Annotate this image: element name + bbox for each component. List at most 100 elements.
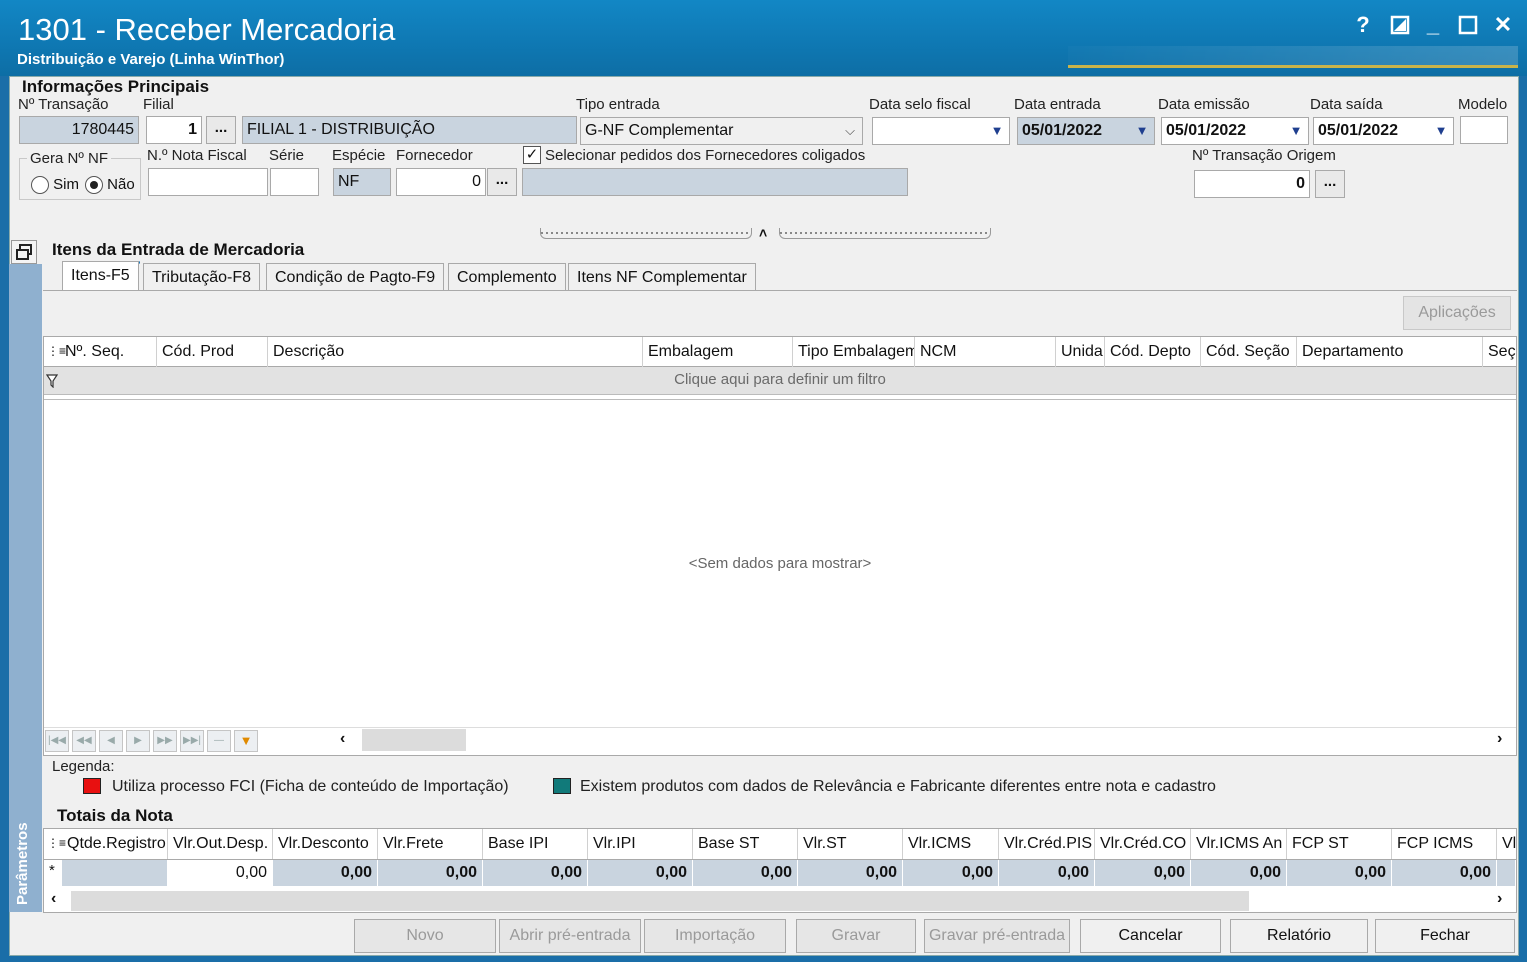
- tab-condicao-pagto[interactable]: Condição de Pagto-F9: [266, 263, 445, 291]
- info-section-title: Informações Principais: [22, 77, 210, 96]
- col-ncm[interactable]: NCM: [915, 337, 1056, 367]
- tipo-entrada-value: G-NF Complementar: [585, 122, 734, 139]
- data-emissao-field[interactable]: 05/01/2022 ▼: [1161, 117, 1309, 145]
- serie-field[interactable]: [270, 168, 319, 196]
- scroll-right-icon[interactable]: ›: [1497, 890, 1502, 908]
- col-embalagem[interactable]: Embalagem: [643, 337, 793, 367]
- title-decoration: [1068, 46, 1518, 68]
- tot-col-cred-cofins[interactable]: Vlr.Créd.CO: [1095, 829, 1191, 859]
- filial-lookup-button[interactable]: ...: [206, 116, 236, 144]
- data-entrada-label: Data entrada: [1014, 96, 1101, 113]
- transacao-origem-lookup-button[interactable]: ...: [1315, 170, 1345, 198]
- tot-col-desconto[interactable]: Vlr.Desconto: [273, 829, 378, 859]
- filter-hint[interactable]: Clique aqui para definir um filtro: [44, 367, 1516, 393]
- dropdown-arrow-icon[interactable]: ▼: [1286, 121, 1306, 141]
- tot-col-cred-pis[interactable]: Vlr.Créd.PIS: [999, 829, 1095, 859]
- collapse-up-icon[interactable]: ˄: [759, 225, 767, 241]
- fornecedor-field[interactable]: 0: [396, 168, 486, 196]
- importacao-button[interactable]: Importação: [644, 919, 786, 953]
- horizontal-scrollbar-thumb[interactable]: [362, 729, 466, 751]
- fci-legend-text: Utiliza processo FCI (Ficha de conteúdo …: [112, 778, 509, 795]
- tab-itens[interactable]: Itens-F5: [62, 261, 139, 291]
- col-tipo-embalagem[interactable]: Tipo Embalagem: [793, 337, 915, 367]
- minimize-button[interactable]: _: [1418, 10, 1448, 40]
- maximize-button[interactable]: [1453, 10, 1483, 40]
- coligados-checkbox[interactable]: ✓: [523, 146, 541, 164]
- parametros-label[interactable]: Parâmetros: [14, 822, 31, 905]
- cancelar-button[interactable]: Cancelar: [1080, 919, 1221, 953]
- col-descricao[interactable]: Descrição: [268, 337, 643, 367]
- nota-fiscal-field[interactable]: [148, 168, 268, 196]
- novo-button[interactable]: Novo: [354, 919, 496, 953]
- scroll-left-icon[interactable]: ‹: [340, 730, 345, 748]
- delete-record-icon[interactable]: —: [207, 730, 231, 752]
- tot-col-vl[interactable]: Vl: [1497, 829, 1516, 859]
- tot-col-fcp-icms[interactable]: FCP ICMS: [1392, 829, 1497, 859]
- tot-val-out-desp[interactable]: 0,00: [168, 860, 273, 886]
- window-restore-icon[interactable]: [11, 240, 37, 264]
- tot-col-frete[interactable]: Vlr.Frete: [378, 829, 483, 859]
- col-cod-depto[interactable]: Cód. Depto: [1105, 337, 1201, 367]
- tot-col-base-ipi[interactable]: Base IPI: [483, 829, 588, 859]
- data-selo-field[interactable]: ▼: [872, 117, 1010, 145]
- data-saida-field[interactable]: 05/01/2022 ▼: [1313, 117, 1454, 145]
- dropdown-arrow-icon[interactable]: ▼: [1132, 121, 1152, 141]
- col-nseq[interactable]: Nº. Seq.: [60, 337, 157, 367]
- splitter-left[interactable]: [540, 228, 752, 239]
- col-departamento[interactable]: Departamento: [1297, 337, 1483, 367]
- tot-col-vlr-ipi[interactable]: Vlr.IPI: [588, 829, 693, 859]
- nao-radio[interactable]: Não: [85, 176, 135, 195]
- scroll-right-icon[interactable]: ›: [1497, 730, 1502, 748]
- sim-radio[interactable]: Sim: [31, 176, 79, 195]
- first-record-icon[interactable]: |◀◀: [45, 730, 69, 752]
- tab-tributacao[interactable]: Tributação-F8: [143, 263, 260, 291]
- modelo-field[interactable]: [1460, 116, 1508, 144]
- tot-col-vlr-icms[interactable]: Vlr.ICMS: [903, 829, 999, 859]
- fornecedor-lookup-button[interactable]: ...: [487, 168, 517, 196]
- parametros-panel[interactable]: [9, 264, 42, 912]
- tot-val-frete: 0,00: [378, 860, 483, 886]
- modelo-label: Modelo: [1458, 96, 1508, 113]
- resize-icon[interactable]: [1385, 10, 1415, 40]
- prev-page-icon[interactable]: ◀◀: [72, 730, 96, 752]
- help-button[interactable]: ?: [1348, 10, 1378, 40]
- tab-complemento[interactable]: Complemento: [448, 263, 566, 291]
- gravar-button[interactable]: Gravar: [796, 919, 916, 953]
- tot-col-qtde[interactable]: Qtde.Registro: [62, 829, 168, 859]
- tot-val-vlr-icms: 0,00: [903, 860, 999, 886]
- col-cod-prod[interactable]: Cód. Prod: [157, 337, 268, 367]
- col-cod-secao[interactable]: Cód. Seção: [1201, 337, 1297, 367]
- tipo-entrada-select[interactable]: G-NF Complementar ⌵: [580, 117, 863, 145]
- last-record-icon[interactable]: ▶▶|: [180, 730, 204, 752]
- transacao-label: Nº Transação: [18, 96, 109, 113]
- filial-field[interactable]: 1: [146, 116, 202, 144]
- gravar-pre-entrada-button[interactable]: Gravar pré-entrada: [924, 919, 1070, 953]
- transacao-origem-field[interactable]: 0: [1194, 170, 1310, 198]
- prev-record-icon[interactable]: ◀: [99, 730, 123, 752]
- tot-col-icms-an[interactable]: Vlr.ICMS An: [1191, 829, 1287, 859]
- fci-color-swatch: [83, 778, 101, 794]
- col-secao[interactable]: Seç: [1483, 337, 1516, 367]
- totais-scrollbar-thumb[interactable]: [71, 891, 1249, 911]
- next-record-icon[interactable]: ▶: [126, 730, 150, 752]
- filter-row[interactable]: Clique aqui para definir um filtro: [44, 367, 1516, 395]
- dropdown-arrow-icon[interactable]: ▼: [987, 121, 1007, 141]
- close-button[interactable]: ✕: [1488, 10, 1518, 40]
- splitter-right[interactable]: [779, 228, 991, 239]
- dropdown-arrow-icon[interactable]: ▼: [1431, 121, 1451, 141]
- col-unida[interactable]: Unida: [1056, 337, 1105, 367]
- fechar-button[interactable]: Fechar: [1375, 919, 1515, 953]
- abrir-pre-entrada-button[interactable]: Abrir pré-entrada: [499, 919, 641, 953]
- tot-col-fcp-st[interactable]: FCP ST: [1287, 829, 1392, 859]
- totais-grid[interactable]: ⋮≡ Qtde.Registro Vlr.Out.Desp. Vlr.Desco…: [43, 828, 1517, 913]
- totais-section-title: Totais da Nota: [57, 806, 173, 825]
- aplicacoes-button[interactable]: Aplicações: [1403, 296, 1511, 330]
- filter-funnel-icon[interactable]: ▼: [234, 730, 258, 752]
- next-page-icon[interactable]: ▶▶: [153, 730, 177, 752]
- relatorio-button[interactable]: Relatório: [1230, 919, 1368, 953]
- tab-itens-nf-complementar[interactable]: Itens NF Complementar: [568, 263, 756, 291]
- scroll-left-icon[interactable]: ‹: [51, 890, 56, 908]
- tot-col-out-desp[interactable]: Vlr.Out.Desp.: [168, 829, 273, 859]
- tot-col-base-st[interactable]: Base ST: [693, 829, 798, 859]
- tot-col-vlr-st[interactable]: Vlr.ST: [798, 829, 903, 859]
